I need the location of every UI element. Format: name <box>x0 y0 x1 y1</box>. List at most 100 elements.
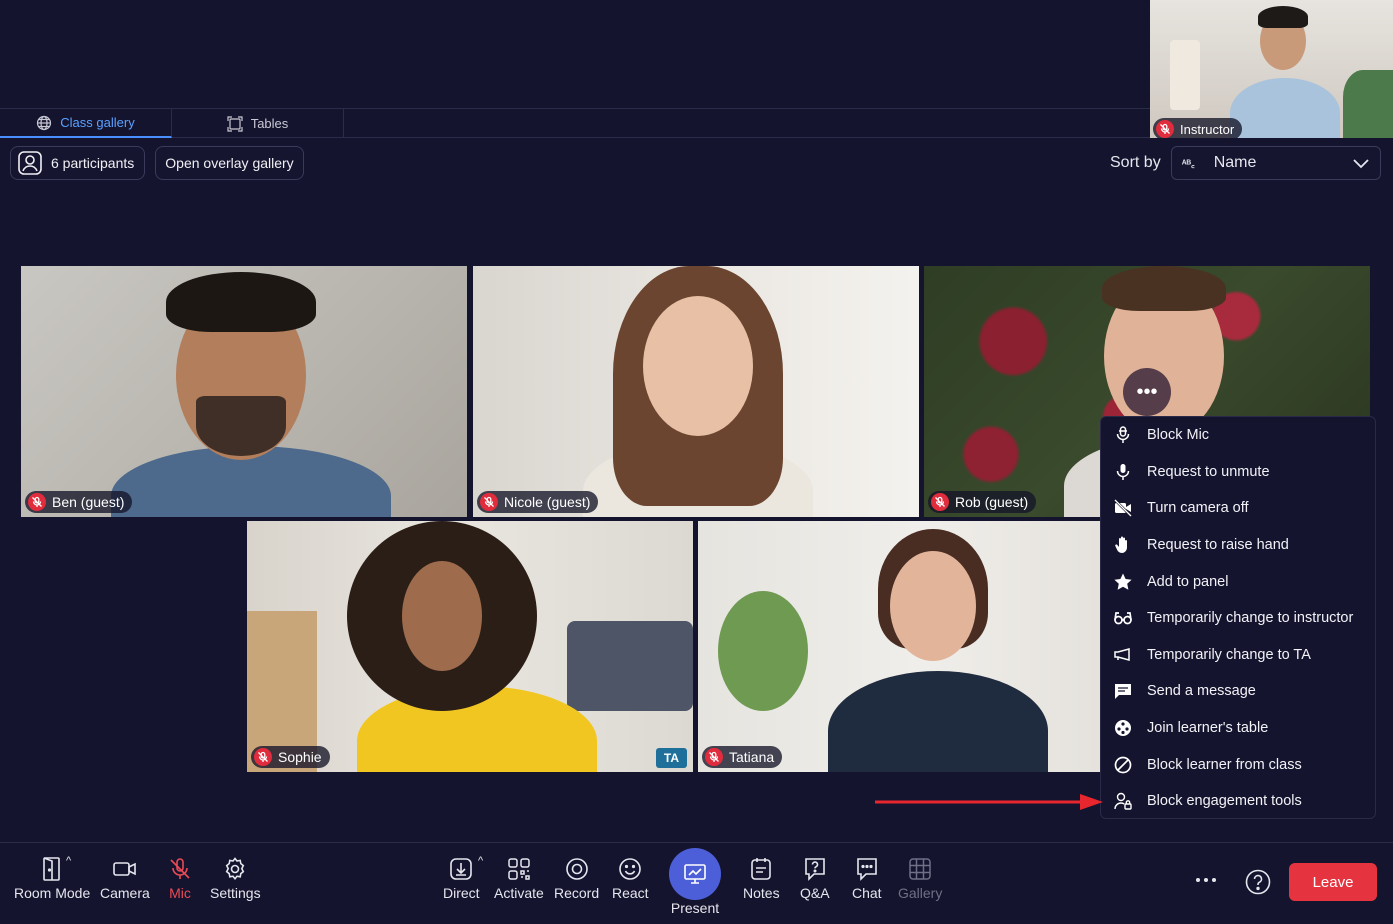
ben-hair <box>166 272 316 332</box>
user-lock-icon <box>1114 793 1132 810</box>
tab-class-gallery-label: Class gallery <box>60 115 135 130</box>
plant-shape <box>718 591 808 711</box>
rob-name-chip-wrap: Rob (guest) <box>928 491 1037 513</box>
participant-tile-nicole[interactable]: Nicole (guest) <box>473 266 919 517</box>
rob-name-chip: Rob (guest) <box>928 491 1037 513</box>
menu-item-label: Send a message <box>1147 683 1256 700</box>
menu-item-request-unmute[interactable]: Request to unmute <box>1101 454 1375 491</box>
gallery-tabs: Class gallery Tables <box>0 108 1150 138</box>
question-bubble-icon <box>804 858 825 881</box>
present-button[interactable] <box>669 848 721 900</box>
menu-item-block-engagement-tools[interactable]: Block engagement tools <box>1101 783 1375 820</box>
record-label: Record <box>554 885 600 901</box>
camera-button[interactable]: Camera <box>100 856 150 901</box>
ben-name: Ben (guest) <box>52 494 125 510</box>
menu-item-label: Temporarily change to TA <box>1147 646 1311 663</box>
menu-item-change-to-instructor[interactable]: Temporarily change to instructor <box>1101 600 1375 637</box>
ben-name-chip-wrap: Ben (guest) <box>25 491 133 513</box>
star-icon <box>1114 573 1132 590</box>
direct-caret-icon[interactable]: ^ <box>478 855 483 867</box>
menu-item-block-learner[interactable]: Block learner from class <box>1101 746 1375 783</box>
menu-item-label: Turn camera off <box>1147 500 1249 517</box>
gallery-label: Gallery <box>898 885 943 901</box>
rob-hair <box>1102 266 1226 311</box>
chat-label: Chat <box>852 885 882 901</box>
tatiana-name-chip: Tatiana <box>702 746 783 768</box>
menu-item-send-message[interactable]: Send a message <box>1101 673 1375 710</box>
sort-selected-value: Name <box>1213 154 1257 171</box>
menu-item-label: Block Mic <box>1147 427 1210 444</box>
help-button[interactable] <box>1244 868 1272 901</box>
room-mode-caret-icon[interactable]: ^ <box>66 855 71 867</box>
settings-button[interactable]: Settings <box>210 856 261 901</box>
instructor-video-tile[interactable]: Instructor <box>1150 0 1393 138</box>
react-label: React <box>612 885 649 901</box>
participant-tile-sophie[interactable]: Sophie TA <box>247 521 693 772</box>
sophie-name-chip-wrap: Sophie <box>251 746 330 768</box>
direct-label: Direct <box>443 885 480 901</box>
menu-item-label: Join learner's table <box>1147 720 1269 737</box>
hand-icon <box>1115 536 1127 554</box>
ben-beard <box>196 396 286 456</box>
activate-button[interactable]: Activate <box>494 856 544 901</box>
sofa-shape <box>567 621 693 711</box>
tab-tables[interactable]: Tables <box>172 109 344 138</box>
react-button[interactable]: React <box>612 856 649 901</box>
mic-button[interactable]: Mic <box>167 856 193 901</box>
instructor-hair <box>1258 6 1308 28</box>
menu-item-add-to-panel[interactable]: Add to panel <box>1101 563 1375 600</box>
tables-icon <box>227 115 243 132</box>
camera-icon <box>113 862 136 876</box>
open-overlay-gallery-button[interactable]: Open overlay gallery <box>155 146 304 180</box>
mic-label: Mic <box>169 885 191 901</box>
menu-item-request-raise-hand[interactable]: Request to raise hand <box>1101 527 1375 564</box>
more-menu-button[interactable] <box>1194 868 1218 897</box>
menu-item-block-mic[interactable]: Block Mic <box>1101 417 1375 454</box>
mic-off-icon <box>1156 120 1174 138</box>
chat-button[interactable]: Chat <box>852 856 882 901</box>
menu-item-change-to-ta[interactable]: Temporarily change to TA <box>1101 637 1375 674</box>
tatiana-head <box>890 551 976 661</box>
menu-item-turn-camera-off[interactable]: Turn camera off <box>1101 490 1375 527</box>
activate-label: Activate <box>494 885 544 901</box>
participant-context-menu: Block Mic Request to unmute Turn camera … <box>1100 416 1376 819</box>
plant-shape <box>1343 70 1393 138</box>
qa-label: Q&A <box>800 885 830 901</box>
settings-label: Settings <box>210 885 261 901</box>
sophie-name-chip: Sophie <box>251 746 330 768</box>
mic-off-icon <box>480 493 498 511</box>
instructor-name-chip: Instructor <box>1153 118 1243 138</box>
sophie-head <box>402 561 482 671</box>
instructor-name: Instructor <box>1180 121 1235 137</box>
room-mode-button[interactable]: Room Mode <box>14 856 90 901</box>
instructor-body <box>1230 78 1340 138</box>
ellipsis-icon <box>1196 878 1216 882</box>
sort-select[interactable]: ᴬᴮ꜀ Name <box>1170 146 1381 180</box>
presentation-icon <box>684 864 706 884</box>
table-icon <box>1115 720 1131 737</box>
direct-icon <box>450 858 473 880</box>
participant-tile-tatiana[interactable]: Tatiana <box>698 521 1144 772</box>
direct-button[interactable]: Direct <box>443 856 480 901</box>
menu-item-join-learners-table[interactable]: Join learner's table <box>1101 710 1375 747</box>
mic-off-icon <box>170 858 190 879</box>
tab-class-gallery[interactable]: Class gallery <box>0 109 172 138</box>
qr-activate-icon <box>508 858 530 880</box>
leave-button[interactable]: Leave <box>1289 863 1377 901</box>
sort-label: Sort by <box>1110 154 1161 171</box>
record-button[interactable]: Record <box>554 856 599 901</box>
tab-tables-label: Tables <box>250 116 289 131</box>
gallery-toolbar: 6 participants Open overlay gallery <box>10 146 304 180</box>
nicole-name: Nicole (guest) <box>504 494 591 510</box>
more-options-button[interactable]: ••• <box>1123 368 1171 416</box>
menu-item-label: Block engagement tools <box>1147 793 1302 810</box>
message-icon <box>1115 684 1131 700</box>
qa-button[interactable]: Q&A <box>800 856 830 901</box>
participants-button[interactable]: 6 participants <box>10 146 146 180</box>
ellipsis-icon: ••• <box>1136 380 1158 403</box>
mic-off-icon <box>254 748 272 766</box>
microphone-icon <box>1116 463 1130 480</box>
participant-tile-ben[interactable]: Ben (guest) <box>21 266 467 517</box>
notes-button[interactable]: Notes <box>743 856 780 901</box>
gallery-button[interactable]: Gallery <box>898 856 942 901</box>
